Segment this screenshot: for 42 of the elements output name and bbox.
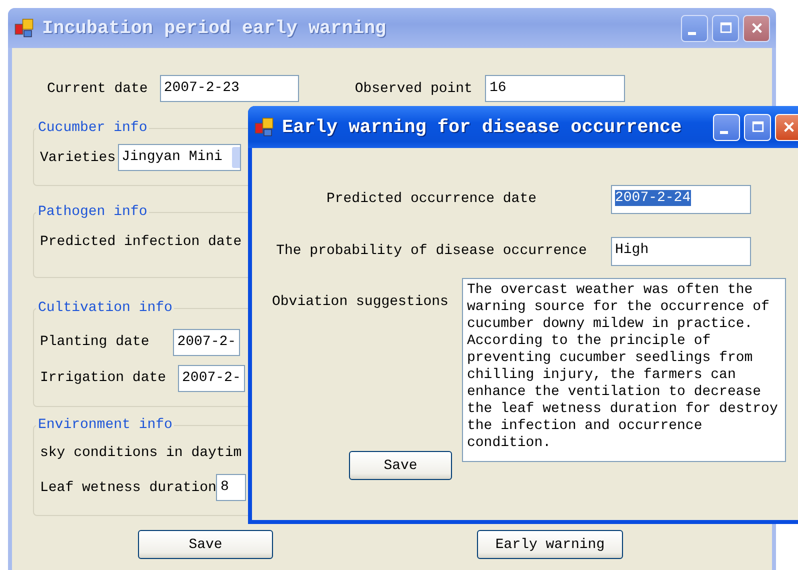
- group-title: Cucumber info: [37, 120, 148, 136]
- text-field[interactable]: 2007-2-: [178, 364, 246, 392]
- field-label: Varieties: [40, 150, 116, 166]
- window-title: Incubation period early warning: [42, 18, 388, 38]
- field-label: Current date: [47, 80, 148, 96]
- text-field[interactable]: 2007-2-23: [160, 75, 299, 102]
- app-icon: [254, 117, 274, 137]
- group-title: Cultivation info: [37, 300, 174, 316]
- field-label: sky conditions in daytim: [40, 444, 242, 460]
- push-button[interactable]: Early warning: [477, 530, 623, 559]
- maximize-icon: [718, 21, 732, 35]
- maximize-icon: [750, 120, 764, 134]
- window-title: Early warning for disease occurrence: [282, 116, 683, 138]
- minimize-button[interactable]: [681, 14, 708, 42]
- group-title: Environment info: [37, 417, 174, 433]
- close-icon: [782, 120, 796, 134]
- group-title: Pathogen info: [37, 204, 148, 220]
- dropdown-field[interactable]: Jingyan Mini: [118, 144, 241, 171]
- minimize-icon: [688, 32, 696, 34]
- field-label: The probability of disease occurrence: [276, 243, 587, 259]
- field-label: Planting date: [40, 334, 150, 350]
- maximize-button[interactable]: [712, 14, 739, 42]
- app-icon: [14, 18, 34, 38]
- field-value: 2007-2-24: [615, 190, 691, 206]
- text-field[interactable]: 2007-2-: [173, 328, 240, 356]
- field-label: Predicted occurrence date: [326, 191, 537, 207]
- close-icon: [750, 21, 764, 35]
- suggestions-textarea[interactable]: The overcast weather was often the warning source for the occurrence of cucumber downy mildew in practice. According to the principle of preventing cucumber seedlings from chilling injury, the farmers can enhance the ventilation to decrease the leaf wetness duration for destroy the infection and occurrence condition.: [462, 278, 786, 462]
- text-field[interactable]: 8: [216, 474, 246, 501]
- field-label: Irrigation date: [40, 370, 166, 386]
- minimize-icon: [720, 130, 728, 134]
- close-button[interactable]: [743, 14, 770, 42]
- text-field[interactable]: High: [611, 236, 751, 266]
- push-button[interactable]: Save: [138, 530, 273, 559]
- field-label: Obviation suggestions: [272, 294, 448, 310]
- text-field[interactable]: 2007-2-24: [611, 184, 751, 214]
- field-label: Observed point: [354, 80, 472, 96]
- field-label: Leaf wetness duration: [40, 480, 216, 496]
- save-button[interactable]: Save: [349, 451, 452, 480]
- field-value: High: [615, 242, 649, 258]
- field-label: Predicted infection date: [40, 234, 242, 250]
- text-field[interactable]: 16: [485, 75, 626, 102]
